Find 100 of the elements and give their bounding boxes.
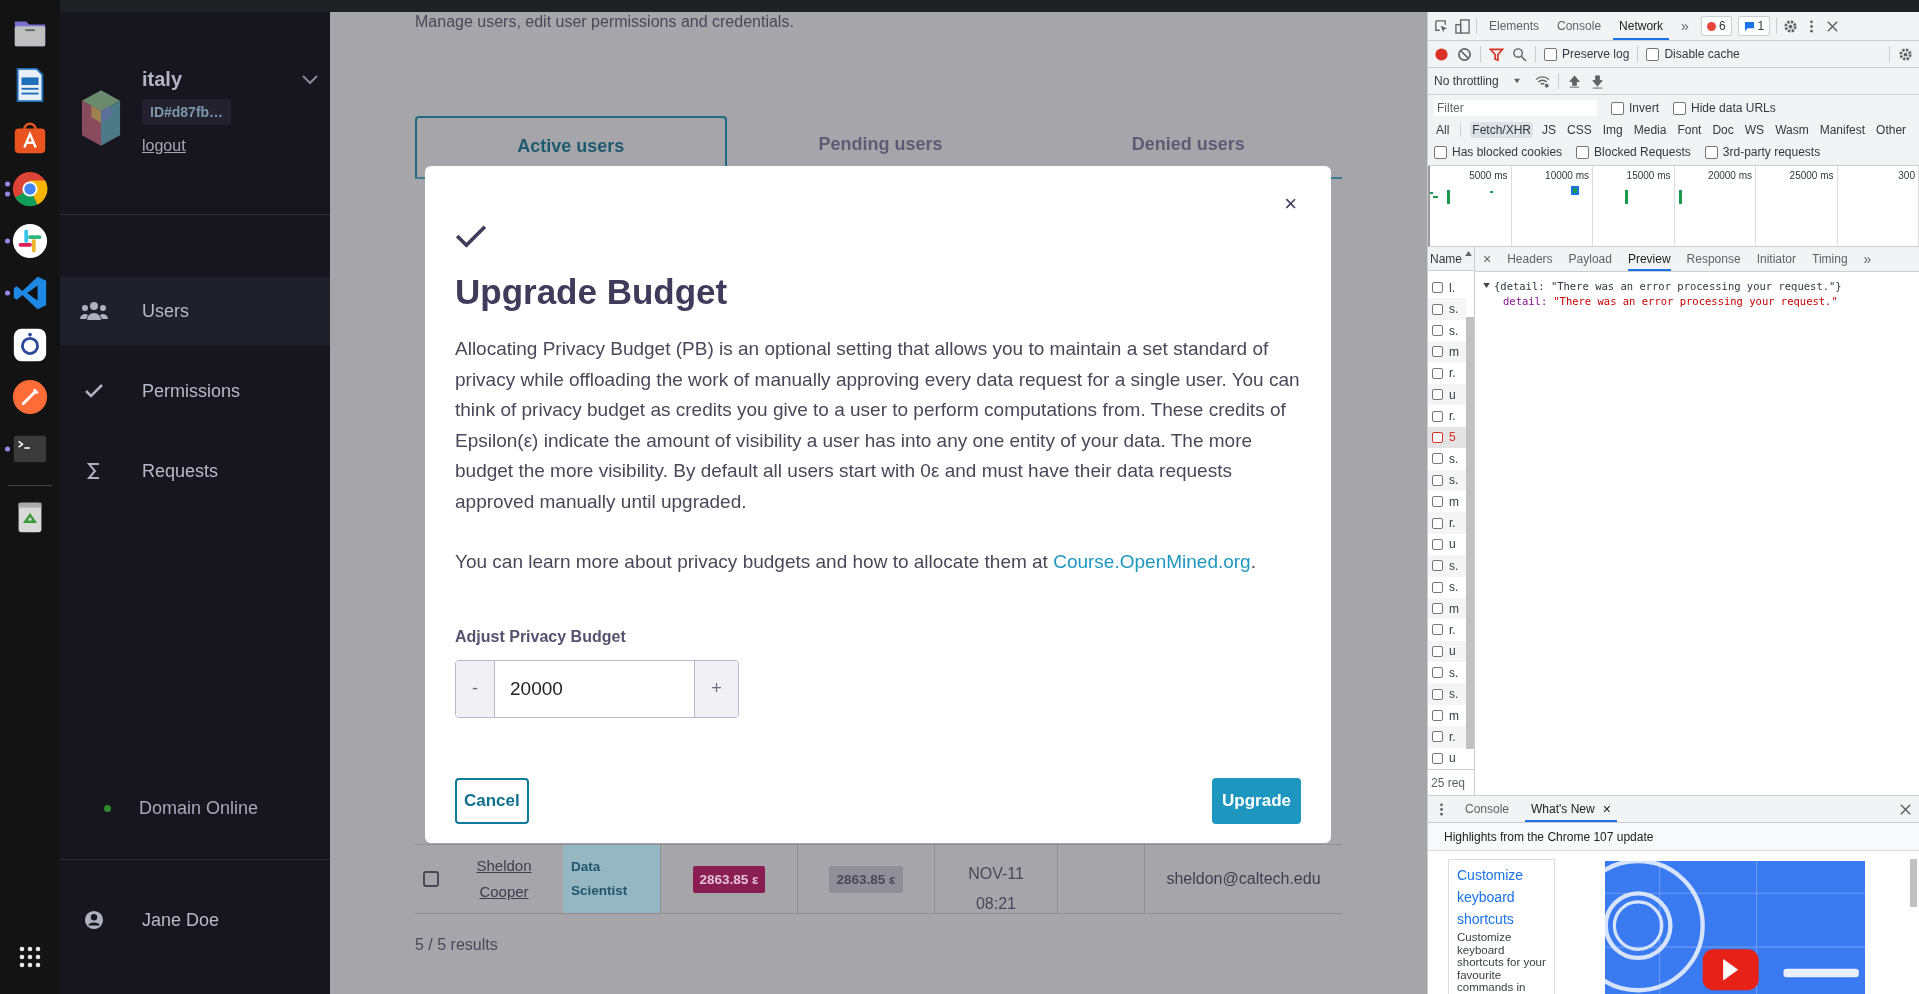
close-button[interactable]: × [1280, 192, 1301, 216]
browser-icon[interactable] [11, 170, 49, 208]
type-filter[interactable]: Manifest [1817, 122, 1868, 138]
hash-logo-icon[interactable] [11, 222, 49, 260]
request-name[interactable]: u [1449, 644, 1456, 659]
detail-tab[interactable]: Preview [1627, 247, 1671, 271]
request-name[interactable]: r. [1449, 623, 1456, 637]
request-name[interactable]: r. [1449, 366, 1456, 381]
close-icon[interactable] [1898, 801, 1913, 817]
request-name[interactable]: s. [1449, 473, 1459, 488]
type-filter[interactable]: Img [1600, 122, 1625, 138]
detail-tab[interactable]: Timing [1812, 247, 1848, 271]
request-name[interactable]: 5 [1449, 430, 1456, 445]
request-name[interactable]: s. [1449, 558, 1459, 573]
cancel-button[interactable]: Cancel [455, 777, 529, 824]
nav-item[interactable]: Users [60, 277, 330, 345]
expand-triangle-icon[interactable] [1483, 283, 1490, 288]
type-filter[interactable]: Media [1631, 122, 1669, 138]
request-name[interactable]: m [1449, 601, 1459, 616]
filter-checkbox[interactable]: 3rd-party requests [1704, 145, 1821, 159]
request-checkbox[interactable] [1432, 560, 1443, 572]
type-filter[interactable]: Other [1874, 122, 1909, 138]
disable-cache-checkbox[interactable]: Disable cache [1646, 47, 1740, 61]
request-checkbox[interactable] [1432, 538, 1443, 550]
request-checkbox[interactable] [1432, 688, 1443, 700]
type-filter[interactable]: All [1434, 122, 1452, 138]
type-filter[interactable]: Font [1675, 122, 1704, 138]
filter-input[interactable]: Filter [1434, 100, 1597, 116]
request-checkbox[interactable] [1432, 710, 1443, 722]
request-name[interactable]: r. [1449, 516, 1456, 531]
detail-tab[interactable]: Response [1686, 247, 1741, 271]
message-count-badge[interactable]: 1 [1737, 16, 1771, 36]
request-checkbox[interactable] [1432, 645, 1443, 657]
request-name[interactable]: s. [1449, 302, 1459, 317]
settings-icon[interactable] [1783, 18, 1799, 34]
inspect-icon[interactable] [1434, 18, 1449, 34]
search-icon[interactable] [1512, 46, 1527, 62]
request-name[interactable]: u [1449, 537, 1456, 552]
user-name-link[interactable]: Sheldon Cooper [474, 853, 534, 905]
drawer-tab[interactable]: Console [1459, 796, 1516, 822]
devtools-tab[interactable]: Console [1551, 12, 1608, 40]
sort-up-icon[interactable] [1465, 251, 1472, 256]
request-checkbox[interactable] [1432, 581, 1443, 593]
scrollbar[interactable] [1910, 859, 1917, 907]
row-checkbox[interactable] [423, 871, 439, 887]
type-filter[interactable]: Fetch/XHR [1470, 122, 1534, 138]
request-checkbox[interactable] [1432, 453, 1443, 465]
throttling-dropdown[interactable]: No throttling [1434, 74, 1527, 88]
budget-stepper[interactable]: - 20000 + [455, 659, 739, 718]
clear-icon[interactable] [1457, 46, 1472, 62]
request-checkbox[interactable] [1432, 367, 1443, 379]
user-name[interactable]: Jane Doe [142, 909, 220, 931]
record-icon[interactable] [1434, 46, 1449, 62]
type-filter[interactable]: JS [1540, 122, 1559, 138]
request-name[interactable]: r. [1449, 409, 1456, 424]
request-name[interactable]: m [1449, 494, 1459, 509]
request-name[interactable]: m [1449, 708, 1459, 723]
request-checkbox[interactable] [1432, 303, 1443, 315]
download-icon[interactable] [1589, 73, 1605, 89]
detail-tab[interactable]: Payload [1568, 247, 1612, 271]
request-checkbox[interactable] [1432, 624, 1443, 636]
network-settings-icon[interactable] [1898, 46, 1913, 62]
error-count-badge[interactable]: 6 [1700, 16, 1732, 36]
close-icon[interactable] [1825, 18, 1841, 34]
request-checkbox[interactable] [1432, 517, 1443, 529]
request-checkbox[interactable] [1432, 431, 1443, 443]
request-checkbox[interactable] [1432, 474, 1443, 486]
app-grid-icon[interactable] [19, 946, 41, 968]
preserve-log-checkbox[interactable]: Preserve log [1544, 47, 1630, 61]
devtools-tab[interactable]: Elements [1483, 12, 1546, 40]
type-filter[interactable]: WS [1742, 122, 1767, 138]
request-name[interactable]: s. [1449, 323, 1459, 338]
upload-icon[interactable] [1566, 73, 1582, 89]
request-checkbox[interactable] [1432, 603, 1443, 615]
caret-icon[interactable] [1512, 78, 1521, 84]
type-filter[interactable]: CSS [1565, 122, 1594, 138]
app-icon[interactable] [11, 326, 49, 364]
request-name[interactable]: s. [1449, 665, 1459, 680]
logout-link[interactable]: logout [142, 137, 186, 155]
request-checkbox[interactable] [1432, 731, 1443, 743]
request-checkbox[interactable] [1432, 410, 1443, 422]
increment-button[interactable]: + [694, 660, 738, 717]
request-checkbox[interactable] [1432, 752, 1443, 764]
request-checkbox[interactable] [1432, 667, 1443, 679]
code-editor-icon[interactable] [11, 274, 49, 312]
request-checkbox[interactable] [1432, 325, 1443, 336]
hide-data-urls-checkbox[interactable]: Hide data URLs [1673, 101, 1776, 115]
detail-tab[interactable]: Initiator [1756, 247, 1796, 271]
decrement-button[interactable]: - [456, 660, 494, 717]
filter-icon[interactable] [1489, 46, 1504, 62]
request-checkbox[interactable] [1432, 346, 1443, 358]
detail-tab[interactable]: Headers [1507, 247, 1553, 271]
request-name[interactable]: m [1449, 344, 1459, 359]
nav-item[interactable]: Permissions [60, 357, 330, 425]
request-name[interactable]: s. [1449, 687, 1459, 702]
more-tabs-button[interactable]: » [1863, 251, 1872, 267]
request-checkbox[interactable] [1432, 389, 1443, 401]
request-name[interactable]: u [1449, 387, 1456, 402]
wifi-settings-icon[interactable] [1534, 73, 1550, 89]
chevron-down-icon[interactable] [302, 74, 318, 85]
